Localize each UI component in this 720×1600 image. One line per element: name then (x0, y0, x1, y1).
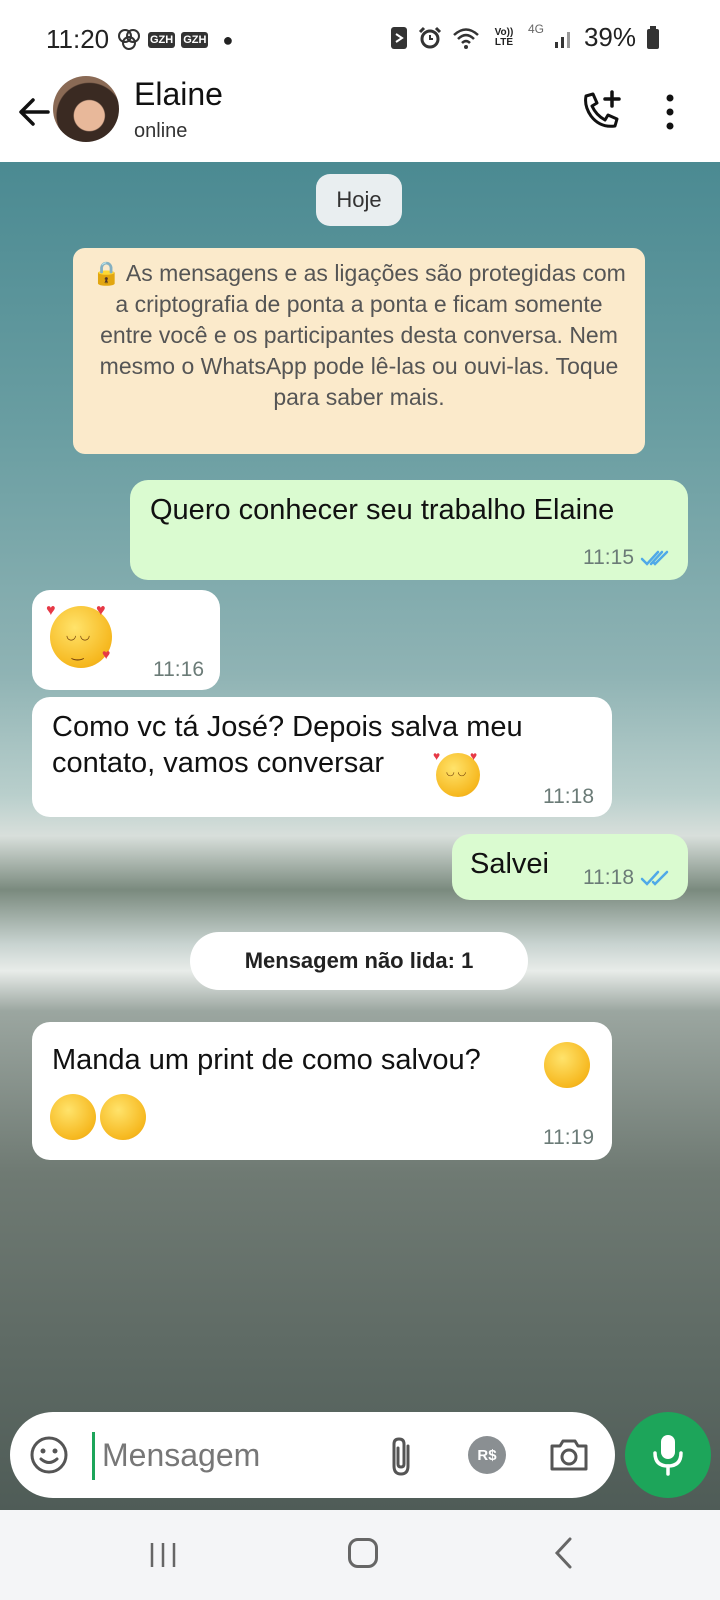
microphone-icon (653, 1435, 683, 1476)
message-bubble-incoming[interactable]: Manda um print de como salvou? 11:19 (32, 1022, 612, 1160)
threads-icon (118, 29, 140, 50)
message-composer: R$ (10, 1412, 615, 1498)
back-arrow-icon[interactable] (14, 92, 54, 132)
smiling-face-with-hearts-icon: ◡ ◡ ‿ ♥ ♥ ♥ (46, 602, 112, 668)
add-call-icon[interactable] (578, 88, 624, 134)
message-meta: 11:19 (543, 1126, 594, 1150)
camera-icon[interactable] (548, 1436, 590, 1474)
encryption-notice[interactable]: 🔒 As mensagens e as ligações são protegi… (73, 248, 645, 454)
kissing-face-icon (50, 1094, 96, 1140)
message-meta: 11:18 (543, 785, 594, 809)
message-input[interactable] (100, 1428, 384, 1482)
read-receipt-icon (640, 550, 669, 566)
kissing-face-icon (100, 1094, 146, 1140)
contact-status: online (134, 120, 188, 142)
home-icon[interactable] (348, 1538, 378, 1568)
text-cursor (92, 1432, 95, 1480)
more-options-icon[interactable] (662, 92, 678, 132)
wifi-icon (453, 27, 479, 49)
message-bubble-incoming[interactable]: ◡ ◡ ‿ ♥ ♥ ♥ 11:16 (32, 590, 220, 690)
alarm-icon (418, 26, 441, 48)
nav-back-icon[interactable] (552, 1536, 576, 1570)
message-bubble-incoming[interactable]: Como vc tá José? Depois salva meu contat… (32, 697, 612, 817)
more-notifications-dot: ● (222, 29, 234, 50)
message-time: 11:16 (153, 658, 204, 681)
message-text: Como vc tá José? Depois salva meu contat… (52, 711, 523, 779)
contact-avatar[interactable] (53, 76, 119, 142)
message-time: 11:15 (583, 546, 634, 569)
network-type: 4G (527, 22, 544, 36)
message-bubble-outgoing[interactable]: Salvei 11:18 (452, 834, 688, 900)
message-meta: 11:15 (583, 546, 670, 570)
payment-icon[interactable]: R$ (468, 1436, 506, 1474)
unread-messages-divider: Mensagem não lida: 1 (190, 932, 528, 990)
message-time: 11:19 (543, 1126, 594, 1149)
system-nav-bar (0, 1510, 720, 1600)
attachment-icon[interactable] (382, 1434, 422, 1480)
message-text: Quero conhecer seu trabalho Elaine (150, 494, 615, 526)
recent-apps-icon[interactable] (148, 1540, 178, 1570)
signal-icon (554, 31, 570, 48)
message-time: 11:18 (583, 866, 634, 889)
contact-name[interactable]: Elaine (134, 76, 223, 113)
read-receipt-icon (640, 870, 669, 886)
message-text: Manda um print de como salvou? (52, 1044, 481, 1076)
message-text: Salvei (470, 848, 549, 880)
status-time: 11:20 (46, 24, 110, 54)
status-bar: 11:20 GZH GZH ● Vo)) LTE 4G 39% (0, 0, 720, 80)
message-meta: 11:16 (153, 658, 204, 682)
notification-icons: GZH GZH ● (116, 27, 233, 53)
chat-background[interactable]: Hoje 🔒 As mensagens e as ligações são pr… (0, 162, 720, 1510)
system-status-icons: Vo)) LTE 4G 39% (390, 22, 660, 53)
chat-header: Elaine online (0, 76, 720, 162)
message-bubble-outgoing[interactable]: Quero conhecer seu trabalho Elaine 11:15 (130, 480, 688, 580)
smiling-face-with-hearts-icon: ◡ ◡ ♥ ♥ (433, 749, 480, 797)
message-meta: 11:18 (583, 866, 670, 890)
voice-message-button[interactable] (625, 1412, 711, 1498)
gzh-badge: GZH (181, 32, 209, 48)
message-time: 11:18 (543, 785, 594, 808)
nfc-icon (390, 26, 407, 49)
volte-indicator: Vo)) LTE (494, 26, 514, 48)
battery-percent: 39% (583, 22, 636, 52)
kissing-face-icon (544, 1042, 590, 1088)
gzh-badge: GZH (148, 32, 176, 48)
emoji-icon[interactable] (28, 1434, 70, 1476)
battery-icon (647, 25, 659, 49)
date-divider: Hoje (316, 174, 402, 226)
